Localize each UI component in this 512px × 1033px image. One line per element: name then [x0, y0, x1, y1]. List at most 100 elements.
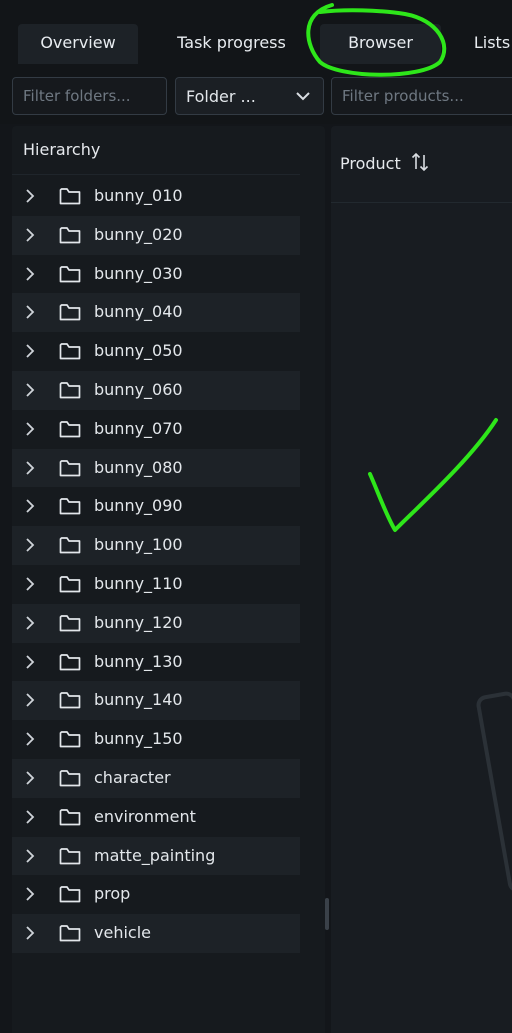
hierarchy-row-label: bunny_010 [94, 186, 183, 205]
hierarchy-row[interactable]: bunny_110 [12, 565, 300, 604]
tab-browser[interactable]: Browser [320, 24, 441, 64]
hierarchy-row-label: environment [94, 806, 196, 826]
folder-icon [59, 614, 81, 632]
folder-icon [59, 265, 81, 282]
hierarchy-row[interactable]: bunny_040 [12, 293, 300, 333]
chevron-right-icon[interactable] [24, 693, 36, 707]
divider [12, 174, 300, 175]
chevron-right-icon[interactable] [24, 732, 36, 746]
scrollbar[interactable] [325, 898, 329, 930]
folder-icon [59, 304, 81, 321]
hierarchy-row[interactable]: bunny_130 [12, 643, 300, 682]
folder-icon [59, 459, 81, 476]
hierarchy-row[interactable]: bunny_100 [12, 526, 300, 565]
hierarchy-row[interactable]: bunny_070 [12, 410, 300, 449]
filter-bar: Filter folders... Folder ... Filter prod… [0, 66, 512, 124]
hierarchy-row[interactable]: bunny_140 [12, 681, 300, 721]
folder-icon [59, 731, 81, 748]
chevron-right-icon[interactable] [24, 228, 36, 242]
folder-icon [59, 537, 81, 554]
filter-products-placeholder: Filter products... [342, 87, 464, 105]
tab-label: Overview [40, 33, 116, 52]
tab-lists[interactable]: Lists [462, 24, 512, 64]
folder-icon [59, 498, 81, 515]
hierarchy-row[interactable]: character [12, 758, 300, 798]
hierarchy-row-label: character [94, 767, 171, 787]
tab-bar: Overview Task progress Browser Lists [0, 0, 512, 66]
chevron-right-icon[interactable] [24, 305, 36, 320]
folder-icon [59, 692, 81, 709]
hierarchy-title: Hierarchy [23, 140, 101, 159]
hierarchy-row[interactable]: bunny_150 [12, 720, 300, 759]
tab-label: Lists [473, 33, 511, 52]
hierarchy-row[interactable]: vehicle [12, 914, 300, 953]
chevron-right-icon[interactable] [24, 383, 36, 397]
chevron-right-icon[interactable] [24, 616, 36, 630]
chevron-right-icon[interactable] [24, 460, 36, 475]
chevron-right-icon[interactable] [24, 344, 36, 358]
folder-icon [59, 188, 81, 205]
hierarchy-row[interactable]: bunny_120 [12, 603, 300, 643]
chevron-right-icon[interactable] [24, 926, 36, 940]
hierarchy-panel: Hierarchy bunny_010 bunny_020 bunny_030 bun… [12, 126, 329, 1033]
hierarchy-row[interactable]: matte_painting [12, 836, 300, 876]
folder-icon [59, 420, 81, 438]
hierarchy-row[interactable]: bunny_060 [12, 370, 300, 410]
folder-icon [59, 886, 81, 903]
hierarchy-row-label: bunny_070 [94, 418, 183, 438]
tab-label: Browser [348, 33, 413, 52]
chevron-right-icon[interactable] [24, 577, 36, 591]
product-column-label: Product [340, 154, 401, 173]
chevron-right-icon[interactable] [24, 538, 36, 552]
hierarchy-row-label: bunny_100 [94, 535, 183, 555]
hierarchy-row-label: bunny_040 [94, 302, 183, 322]
hierarchy-row-label: bunny_090 [94, 496, 183, 516]
hierarchy-row-label: bunny_080 [94, 457, 183, 477]
folder-icon [59, 847, 81, 864]
product-column-header[interactable]: Product [331, 126, 512, 202]
hierarchy-row-label: prop [94, 884, 131, 904]
folder-icon [59, 808, 81, 826]
folder-icon [59, 382, 81, 399]
folder-icon [59, 925, 81, 942]
filter-folders-input[interactable]: Filter folders... [12, 77, 167, 115]
hierarchy-row-label: bunny_050 [94, 341, 183, 361]
folder-icon [59, 576, 81, 593]
hierarchy-row-label: bunny_150 [94, 729, 183, 749]
folder-icon [59, 343, 81, 360]
hierarchy-list: bunny_010 bunny_020 bunny_030 bunny_040bunn… [12, 177, 300, 953]
sort-icon[interactable] [411, 151, 429, 173]
tab-overview[interactable]: Overview [18, 24, 138, 64]
hierarchy-row-label: bunny_020 [94, 224, 183, 244]
hierarchy-row[interactable]: bunny_080 [12, 448, 300, 488]
filter-folders-placeholder: Filter folders... [23, 87, 131, 105]
chevron-right-icon[interactable] [24, 499, 36, 514]
hierarchy-row[interactable]: environment [12, 798, 300, 837]
hierarchy-row[interactable]: bunny_030 [12, 255, 300, 294]
folder-select-value: Folder ... [186, 87, 256, 106]
hierarchy-row[interactable]: bunny_050 [12, 332, 300, 371]
hierarchy-row[interactable]: prop [12, 875, 300, 914]
chevron-right-icon[interactable] [24, 848, 36, 863]
tab-task-progress[interactable]: Task progress [160, 24, 303, 64]
folder-icon [59, 226, 81, 244]
hierarchy-row-label: bunny_120 [94, 612, 183, 632]
chevron-right-icon[interactable] [24, 654, 36, 669]
hierarchy-row[interactable]: bunny_020 [12, 215, 300, 255]
hierarchy-row[interactable]: bunny_010 [12, 177, 300, 216]
hierarchy-row-label: bunny_060 [94, 379, 183, 399]
chevron-right-icon[interactable] [24, 422, 36, 436]
tab-label: Task progress [177, 33, 286, 52]
divider [331, 202, 512, 203]
filter-products-input[interactable]: Filter products... [331, 77, 512, 115]
chevron-right-icon[interactable] [24, 810, 36, 824]
folder-type-select[interactable]: Folder ... [175, 77, 324, 115]
hierarchy-row[interactable]: bunny_090 [12, 487, 300, 526]
product-panel: Product [331, 126, 512, 1033]
chevron-right-icon[interactable] [24, 887, 36, 901]
hierarchy-row-label: bunny_130 [94, 651, 183, 671]
hierarchy-row-label: bunny_030 [94, 263, 183, 283]
chevron-right-icon[interactable] [24, 266, 36, 281]
chevron-right-icon[interactable] [24, 189, 36, 203]
chevron-right-icon[interactable] [24, 771, 36, 785]
